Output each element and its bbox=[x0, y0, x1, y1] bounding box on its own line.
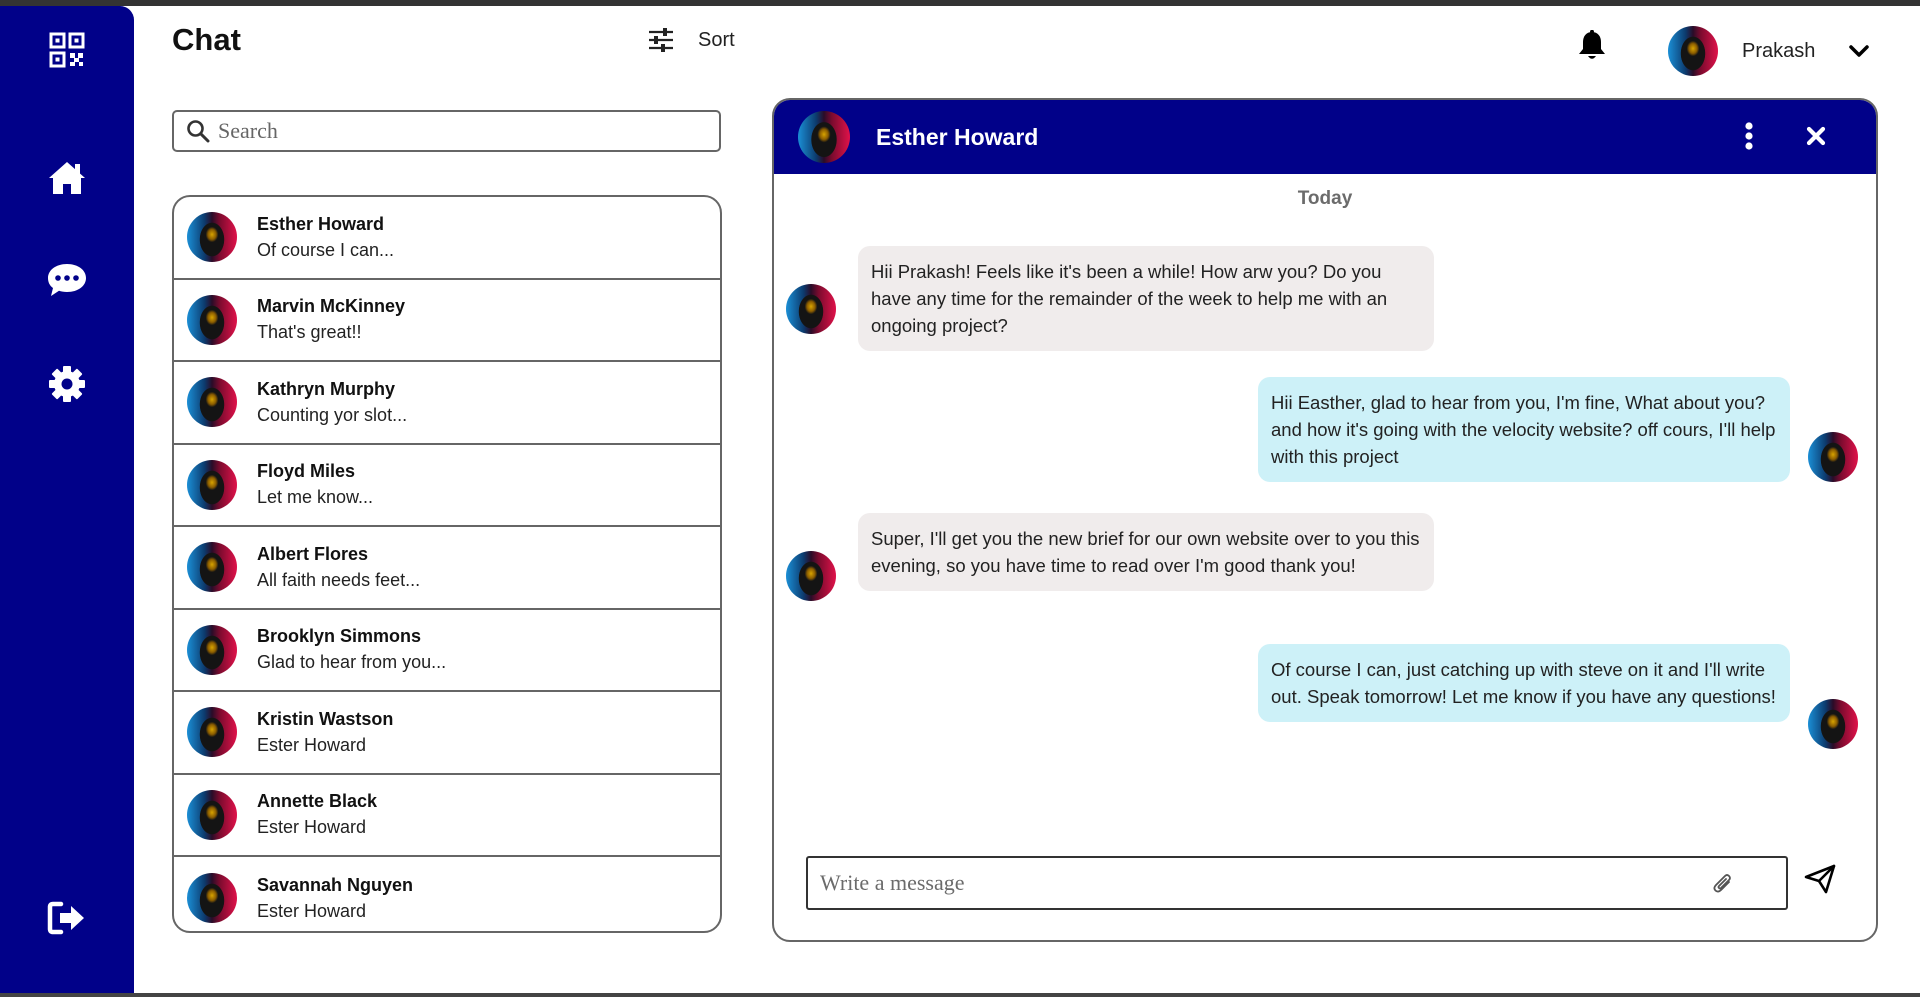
avatar bbox=[187, 873, 237, 924]
message-bubble-outgoing: Hii Easther, glad to hear from you, I'm … bbox=[1258, 377, 1790, 482]
contact-preview: Glad to hear from you... bbox=[257, 652, 447, 673]
search-icon bbox=[187, 120, 210, 143]
contact-name: Marvin McKinney bbox=[257, 296, 406, 317]
contact-item[interactable]: Marvin McKinney That's great!! bbox=[174, 280, 720, 362]
contact-item[interactable]: Kristin Wastson Ester Howard bbox=[174, 692, 720, 775]
message-input[interactable] bbox=[820, 870, 1700, 896]
avatar bbox=[187, 707, 237, 758]
contact-list: Esther Howard Of course I can... Marvin … bbox=[172, 195, 722, 933]
send-icon[interactable] bbox=[1804, 864, 1836, 899]
sliders-icon bbox=[649, 28, 673, 52]
contact-item[interactable]: Savannah Nguyen Ester Howard bbox=[174, 857, 720, 931]
contact-name: Savannah Nguyen bbox=[257, 874, 414, 895]
chat-contact-name: Esther Howard bbox=[876, 123, 1039, 150]
contact-item[interactable]: Albert Flores All faith needs feet... bbox=[174, 527, 720, 610]
avatar bbox=[786, 284, 836, 334]
close-icon[interactable] bbox=[1806, 126, 1826, 151]
sort-button[interactable]: Sort bbox=[648, 28, 735, 52]
contact-preview: Counting yor slot... bbox=[257, 404, 408, 425]
search-box bbox=[172, 110, 721, 152]
more-options-icon[interactable] bbox=[1744, 122, 1754, 155]
avatar bbox=[187, 377, 237, 428]
contact-preview: Ester Howard bbox=[257, 900, 367, 921]
avatar bbox=[1808, 432, 1858, 482]
page-title: Chat bbox=[172, 22, 241, 57]
chat-header: Esther Howard bbox=[774, 100, 1876, 174]
message-bubble-incoming: Hii Prakash! Feels like it's been a whil… bbox=[858, 246, 1434, 351]
home-icon[interactable] bbox=[0, 148, 134, 208]
contact-item[interactable]: Annette Black Ester Howard bbox=[174, 775, 720, 857]
contact-preview: All faith needs feet... bbox=[257, 569, 421, 590]
avatar bbox=[187, 459, 237, 510]
avatar bbox=[187, 624, 237, 675]
window-top-strip bbox=[0, 0, 1920, 6]
avatar bbox=[187, 542, 237, 593]
paperclip-icon[interactable] bbox=[1712, 871, 1734, 900]
contact-item[interactable]: Brooklyn Simmons Glad to hear from you..… bbox=[174, 610, 720, 692]
contact-name: Annette Black bbox=[257, 791, 378, 812]
contact-item[interactable]: Floyd Miles Let me know... bbox=[174, 445, 720, 527]
contact-name: Floyd Miles bbox=[257, 461, 356, 482]
settings-gear-icon[interactable] bbox=[0, 354, 134, 414]
avatar bbox=[187, 212, 237, 263]
avatar bbox=[1668, 26, 1718, 76]
contact-item[interactable]: Esther Howard Of course I can... bbox=[174, 197, 720, 280]
contact-name: Esther Howard bbox=[257, 213, 385, 234]
logout-icon[interactable] bbox=[0, 888, 134, 948]
contact-preview: Ester Howard bbox=[257, 817, 367, 838]
chat-bubble-icon[interactable] bbox=[0, 250, 134, 310]
contact-preview: Ester Howard bbox=[257, 734, 367, 755]
avatar bbox=[187, 294, 237, 345]
contact-preview: Let me know... bbox=[257, 487, 374, 508]
user-profile-menu[interactable]: Prakash bbox=[1668, 26, 1870, 76]
sort-label: Sort bbox=[698, 28, 735, 51]
chat-panel: Esther Howard Today Hii Prakash! Feels l… bbox=[772, 98, 1878, 942]
contact-name: Albert Flores bbox=[257, 543, 369, 564]
chevron-down-icon bbox=[1849, 45, 1870, 57]
contact-name: Kathryn Murphy bbox=[257, 378, 396, 399]
avatar bbox=[798, 111, 850, 163]
contact-name: Kristin Wastson bbox=[257, 708, 394, 729]
window-bottom-edge bbox=[0, 993, 1920, 997]
message-composer bbox=[806, 856, 1788, 910]
contact-preview: That's great!! bbox=[257, 322, 362, 343]
message-bubble-incoming: Super, I'll get you the new brief for ou… bbox=[858, 513, 1434, 591]
contact-preview: Of course I can... bbox=[257, 239, 395, 260]
contact-name: Brooklyn Simmons bbox=[257, 626, 422, 647]
message-bubble-outgoing: Of course I can, just catching up with s… bbox=[1258, 644, 1790, 722]
qr-code-icon[interactable] bbox=[0, 20, 134, 80]
day-separator: Today bbox=[1297, 188, 1353, 209]
notification-bell-icon[interactable] bbox=[1578, 29, 1606, 67]
user-name: Prakash bbox=[1742, 39, 1816, 62]
avatar bbox=[187, 789, 237, 840]
contact-item[interactable]: Kathryn Murphy Counting yor slot... bbox=[174, 362, 720, 445]
search-input[interactable] bbox=[218, 118, 698, 144]
avatar bbox=[1808, 699, 1858, 749]
sidebar bbox=[0, 6, 134, 997]
avatar bbox=[786, 551, 836, 601]
